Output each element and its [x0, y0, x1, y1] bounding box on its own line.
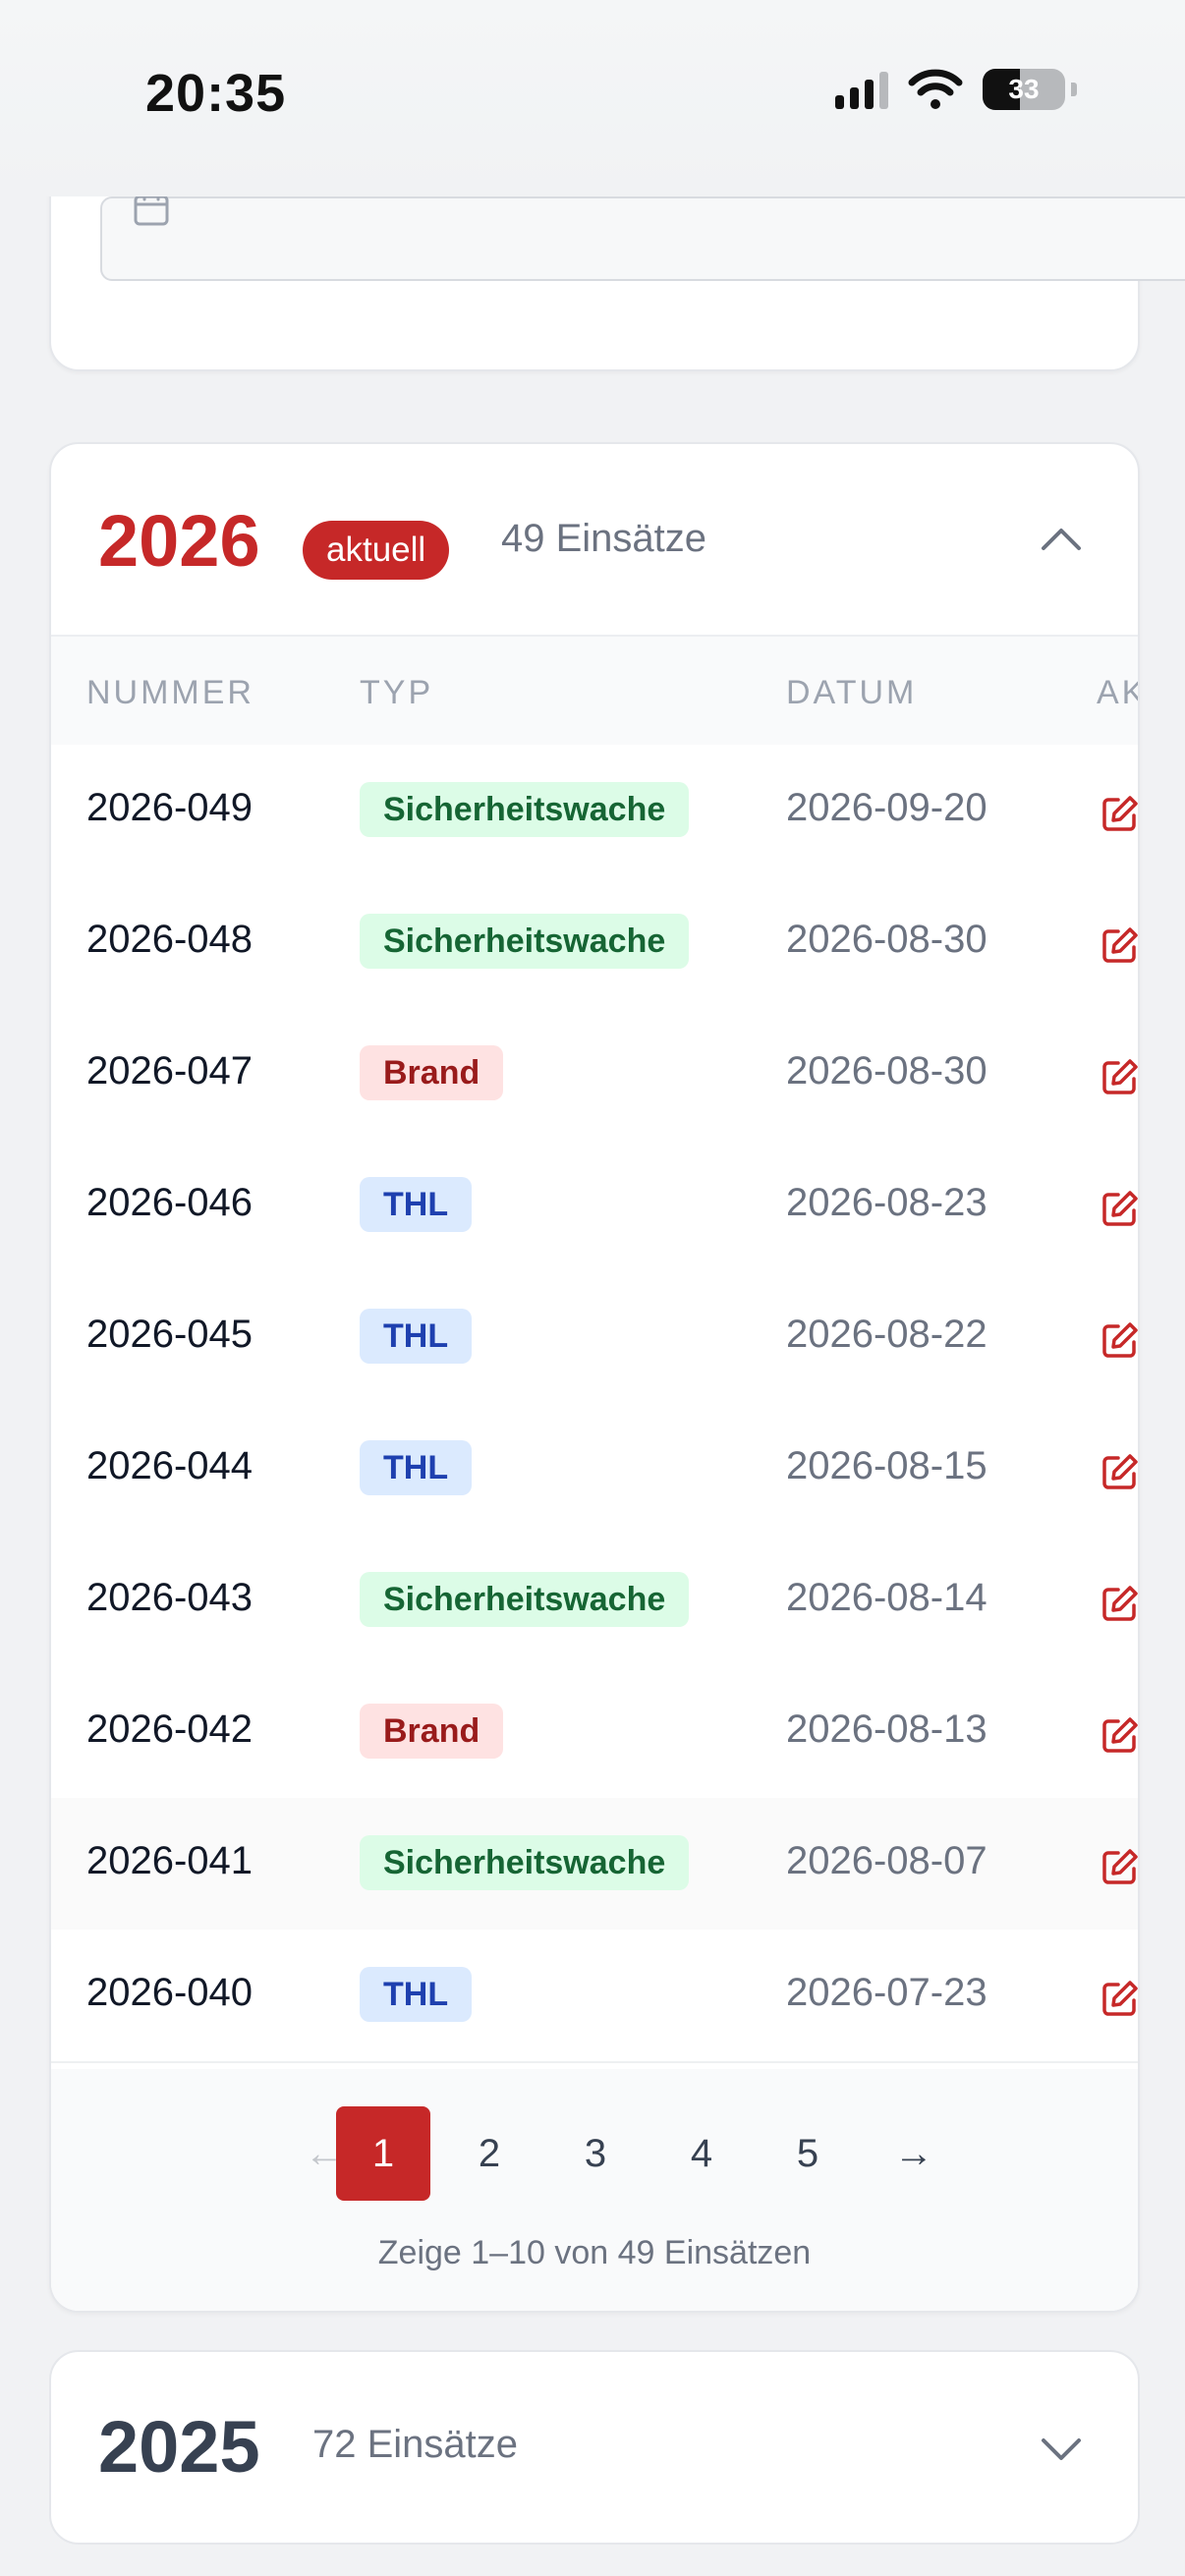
edit-icon[interactable]	[1100, 1584, 1140, 1623]
row-date: 2026-08-23	[786, 1181, 988, 1224]
table-row: 2026-049 Sicherheitswache 2026-09-20	[51, 745, 1138, 878]
row-date: 2026-08-30	[786, 1049, 988, 1092]
table-row: 2026-042 Brand 2026-08-13	[51, 1666, 1138, 1800]
table-row: 2026-040 THL 2026-07-23	[51, 1930, 1138, 2063]
year-header-2026[interactable]: 2026 aktuell 49 Einsätze	[51, 444, 1138, 635]
row-date: 2026-08-22	[786, 1313, 988, 1356]
chevron-up-icon[interactable]	[1040, 523, 1083, 552]
table-row: 2026-043 Sicherheitswache 2026-08-14	[51, 1535, 1138, 1668]
wifi-icon	[908, 69, 963, 109]
type-badge: Sicherheitswache	[360, 1572, 690, 1627]
page-button-4[interactable]: 4	[654, 2106, 749, 2201]
pagination: ← 1 2 3 4 5 → Zeige 1–10 von 49 Einsätze…	[51, 2069, 1138, 2311]
row-number: 2026-045	[86, 1313, 254, 1356]
row-number: 2026-048	[86, 918, 254, 961]
year-title: 2026	[98, 500, 260, 582]
year-card-2025[interactable]: 2025 72 Einsätze	[49, 2350, 1140, 2545]
edit-icon[interactable]	[1100, 1057, 1140, 1096]
table-header: NUMMER TYP DATUM AKTIONEN	[51, 635, 1138, 747]
row-date: 2026-08-13	[786, 1708, 988, 1751]
page-button-1[interactable]: 1	[336, 2106, 430, 2201]
battery-icon: 33	[983, 69, 1065, 110]
type-badge: THL	[360, 1967, 473, 2022]
page-button-2[interactable]: 2	[442, 2106, 536, 2201]
type-badge: Sicherheitswache	[360, 782, 690, 837]
table-row: 2026-044 THL 2026-08-15	[51, 1403, 1138, 1537]
row-date: 2026-08-15	[786, 1444, 988, 1487]
year-count: 49 Einsätze	[501, 517, 707, 560]
row-number: 2026-046	[86, 1181, 254, 1224]
status-icons: 33	[835, 69, 1077, 110]
row-number: 2026-041	[86, 1839, 254, 1882]
type-badge: Brand	[360, 1045, 504, 1100]
page-button-5[interactable]: 5	[761, 2106, 855, 2201]
table-row: 2026-041 Sicherheitswache 2026-08-07	[51, 1798, 1138, 1932]
row-date: 2026-08-30	[786, 918, 988, 961]
pagination-info: Zeige 1–10 von 49 Einsätzen	[377, 2234, 812, 2271]
year-card-2026: 2026 aktuell 49 Einsätze NUMMER TYP DATU…	[49, 442, 1140, 2313]
row-number: 2026-049	[86, 786, 254, 829]
row-date: 2026-07-23	[786, 1971, 988, 2014]
table-row: 2026-046 THL 2026-08-23	[51, 1140, 1138, 1273]
edit-icon[interactable]	[1100, 1189, 1140, 1228]
row-number: 2026-044	[86, 1444, 254, 1487]
edit-icon[interactable]	[1100, 1979, 1140, 2018]
battery-cap	[1071, 83, 1077, 96]
cellular-signal-icon	[835, 70, 888, 109]
page-button-3[interactable]: 3	[548, 2106, 643, 2201]
edit-icon[interactable]	[1100, 925, 1140, 965]
type-badge: THL	[360, 1177, 473, 1232]
table-row: 2026-047 Brand 2026-08-30	[51, 1008, 1138, 1142]
table-row: 2026-045 THL 2026-08-22	[51, 1271, 1138, 1405]
type-badge: Sicherheitswache	[360, 1835, 690, 1890]
edit-icon[interactable]	[1100, 1847, 1140, 1886]
year-title: 2025	[98, 2406, 260, 2488]
col-header-date: DATUM	[786, 674, 918, 711]
type-badge: THL	[360, 1440, 473, 1495]
row-date: 2026-09-20	[786, 786, 988, 829]
edit-icon[interactable]	[1100, 1320, 1140, 1360]
battery-level: 33	[1008, 74, 1040, 104]
row-date: 2026-08-07	[786, 1839, 988, 1882]
table-row: 2026-048 Sicherheitswache 2026-08-30	[51, 876, 1138, 1010]
row-number: 2026-040	[86, 1971, 254, 2014]
row-number: 2026-042	[86, 1708, 254, 1751]
edit-icon[interactable]	[1100, 1452, 1140, 1491]
next-page-button[interactable]: →	[867, 2106, 961, 2201]
type-badge: THL	[360, 1309, 473, 1364]
row-number: 2026-043	[86, 1576, 254, 1619]
row-number: 2026-047	[86, 1049, 254, 1092]
col-header-type: TYP	[360, 674, 434, 711]
edit-icon[interactable]	[1100, 794, 1140, 833]
row-date: 2026-08-14	[786, 1576, 988, 1619]
status-bar: 20:35 33	[0, 0, 1185, 196]
date-filter-input[interactable]	[100, 196, 1185, 281]
type-badge: Sicherheitswache	[360, 914, 690, 969]
chevron-down-icon[interactable]	[1040, 2435, 1083, 2464]
col-header-actions: AKTIONEN	[1097, 674, 1138, 711]
current-badge: aktuell	[303, 521, 450, 580]
col-header-number: NUMMER	[86, 674, 254, 711]
edit-icon[interactable]	[1100, 1715, 1140, 1755]
status-time: 20:35	[145, 64, 287, 123]
type-badge: Brand	[360, 1704, 504, 1759]
year-count: 72 Einsätze	[312, 2423, 519, 2466]
